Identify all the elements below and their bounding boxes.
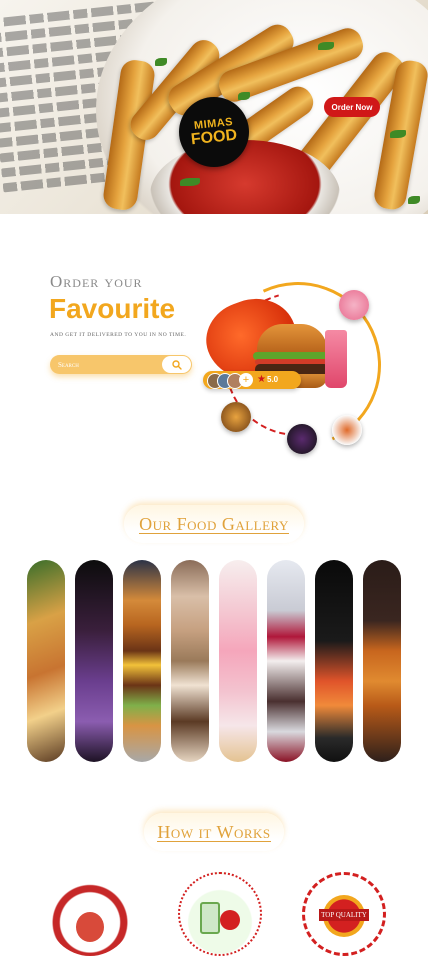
quality-ribbon: TOP QUALITY	[319, 909, 369, 921]
order-heading-big: Favourite	[49, 293, 176, 324]
search-icon	[171, 359, 182, 370]
gallery-item-pizza[interactable]	[27, 560, 65, 762]
burger-image	[257, 324, 327, 354]
herb-decoration	[155, 58, 167, 66]
herb-decoration	[318, 42, 334, 50]
how-title: How it Works	[157, 821, 271, 842]
herb-decoration	[238, 92, 250, 100]
drink-image	[325, 330, 347, 388]
food-gallery	[27, 560, 407, 762]
dish-thumbnail[interactable]	[287, 424, 317, 454]
phone-icon	[200, 902, 220, 934]
order-tagline: and get it delivered to you in no time.	[50, 332, 187, 338]
search-bar	[50, 355, 192, 374]
dish-thumbnail[interactable]	[221, 402, 251, 432]
gallery-item-donuts[interactable]	[171, 560, 209, 762]
dish-thumbnail[interactable]	[332, 415, 362, 445]
herb-decoration	[408, 196, 420, 204]
how-step-quality-icon: TOP QUALITY	[302, 872, 386, 956]
gallery-item-burger[interactable]	[123, 560, 161, 762]
rating-value: 5.0	[267, 375, 279, 384]
gallery-item-popsicles[interactable]	[219, 560, 257, 762]
gallery-item-waffles[interactable]	[363, 560, 401, 762]
delivery-person-icon	[220, 910, 240, 930]
how-step-order-icon	[48, 872, 132, 956]
how-heading-pill: How it Works	[144, 813, 284, 851]
dish-thumbnail[interactable]	[339, 290, 369, 320]
gallery-heading-pill: Our Food Gallery	[124, 505, 304, 543]
herb-decoration	[390, 130, 406, 138]
food-image	[76, 912, 104, 942]
burger-illustration	[191, 258, 405, 472]
plus-icon: +	[239, 373, 253, 387]
logo-text-bottom: FOOD	[190, 126, 238, 148]
search-button[interactable]	[162, 356, 191, 373]
gallery-item-cupcakes[interactable]	[267, 560, 305, 762]
search-input[interactable]	[58, 358, 158, 371]
herb-decoration	[180, 178, 200, 186]
hero-banner: MIMAS FOOD Order Now	[0, 0, 428, 214]
gallery-item-grapefruit-drink[interactable]	[315, 560, 353, 762]
order-heading-small: Order your	[50, 272, 143, 291]
brand-logo[interactable]: MIMAS FOOD	[179, 97, 249, 167]
how-step-delivery-icon	[178, 872, 262, 956]
order-now-button[interactable]: Order Now	[324, 97, 380, 117]
gallery-item-blueberry-dessert[interactable]	[75, 560, 113, 762]
star-icon: ★	[257, 374, 266, 385]
rating-badge: + ★ 5.0	[203, 371, 301, 389]
gallery-title: Our Food Gallery	[139, 513, 289, 534]
